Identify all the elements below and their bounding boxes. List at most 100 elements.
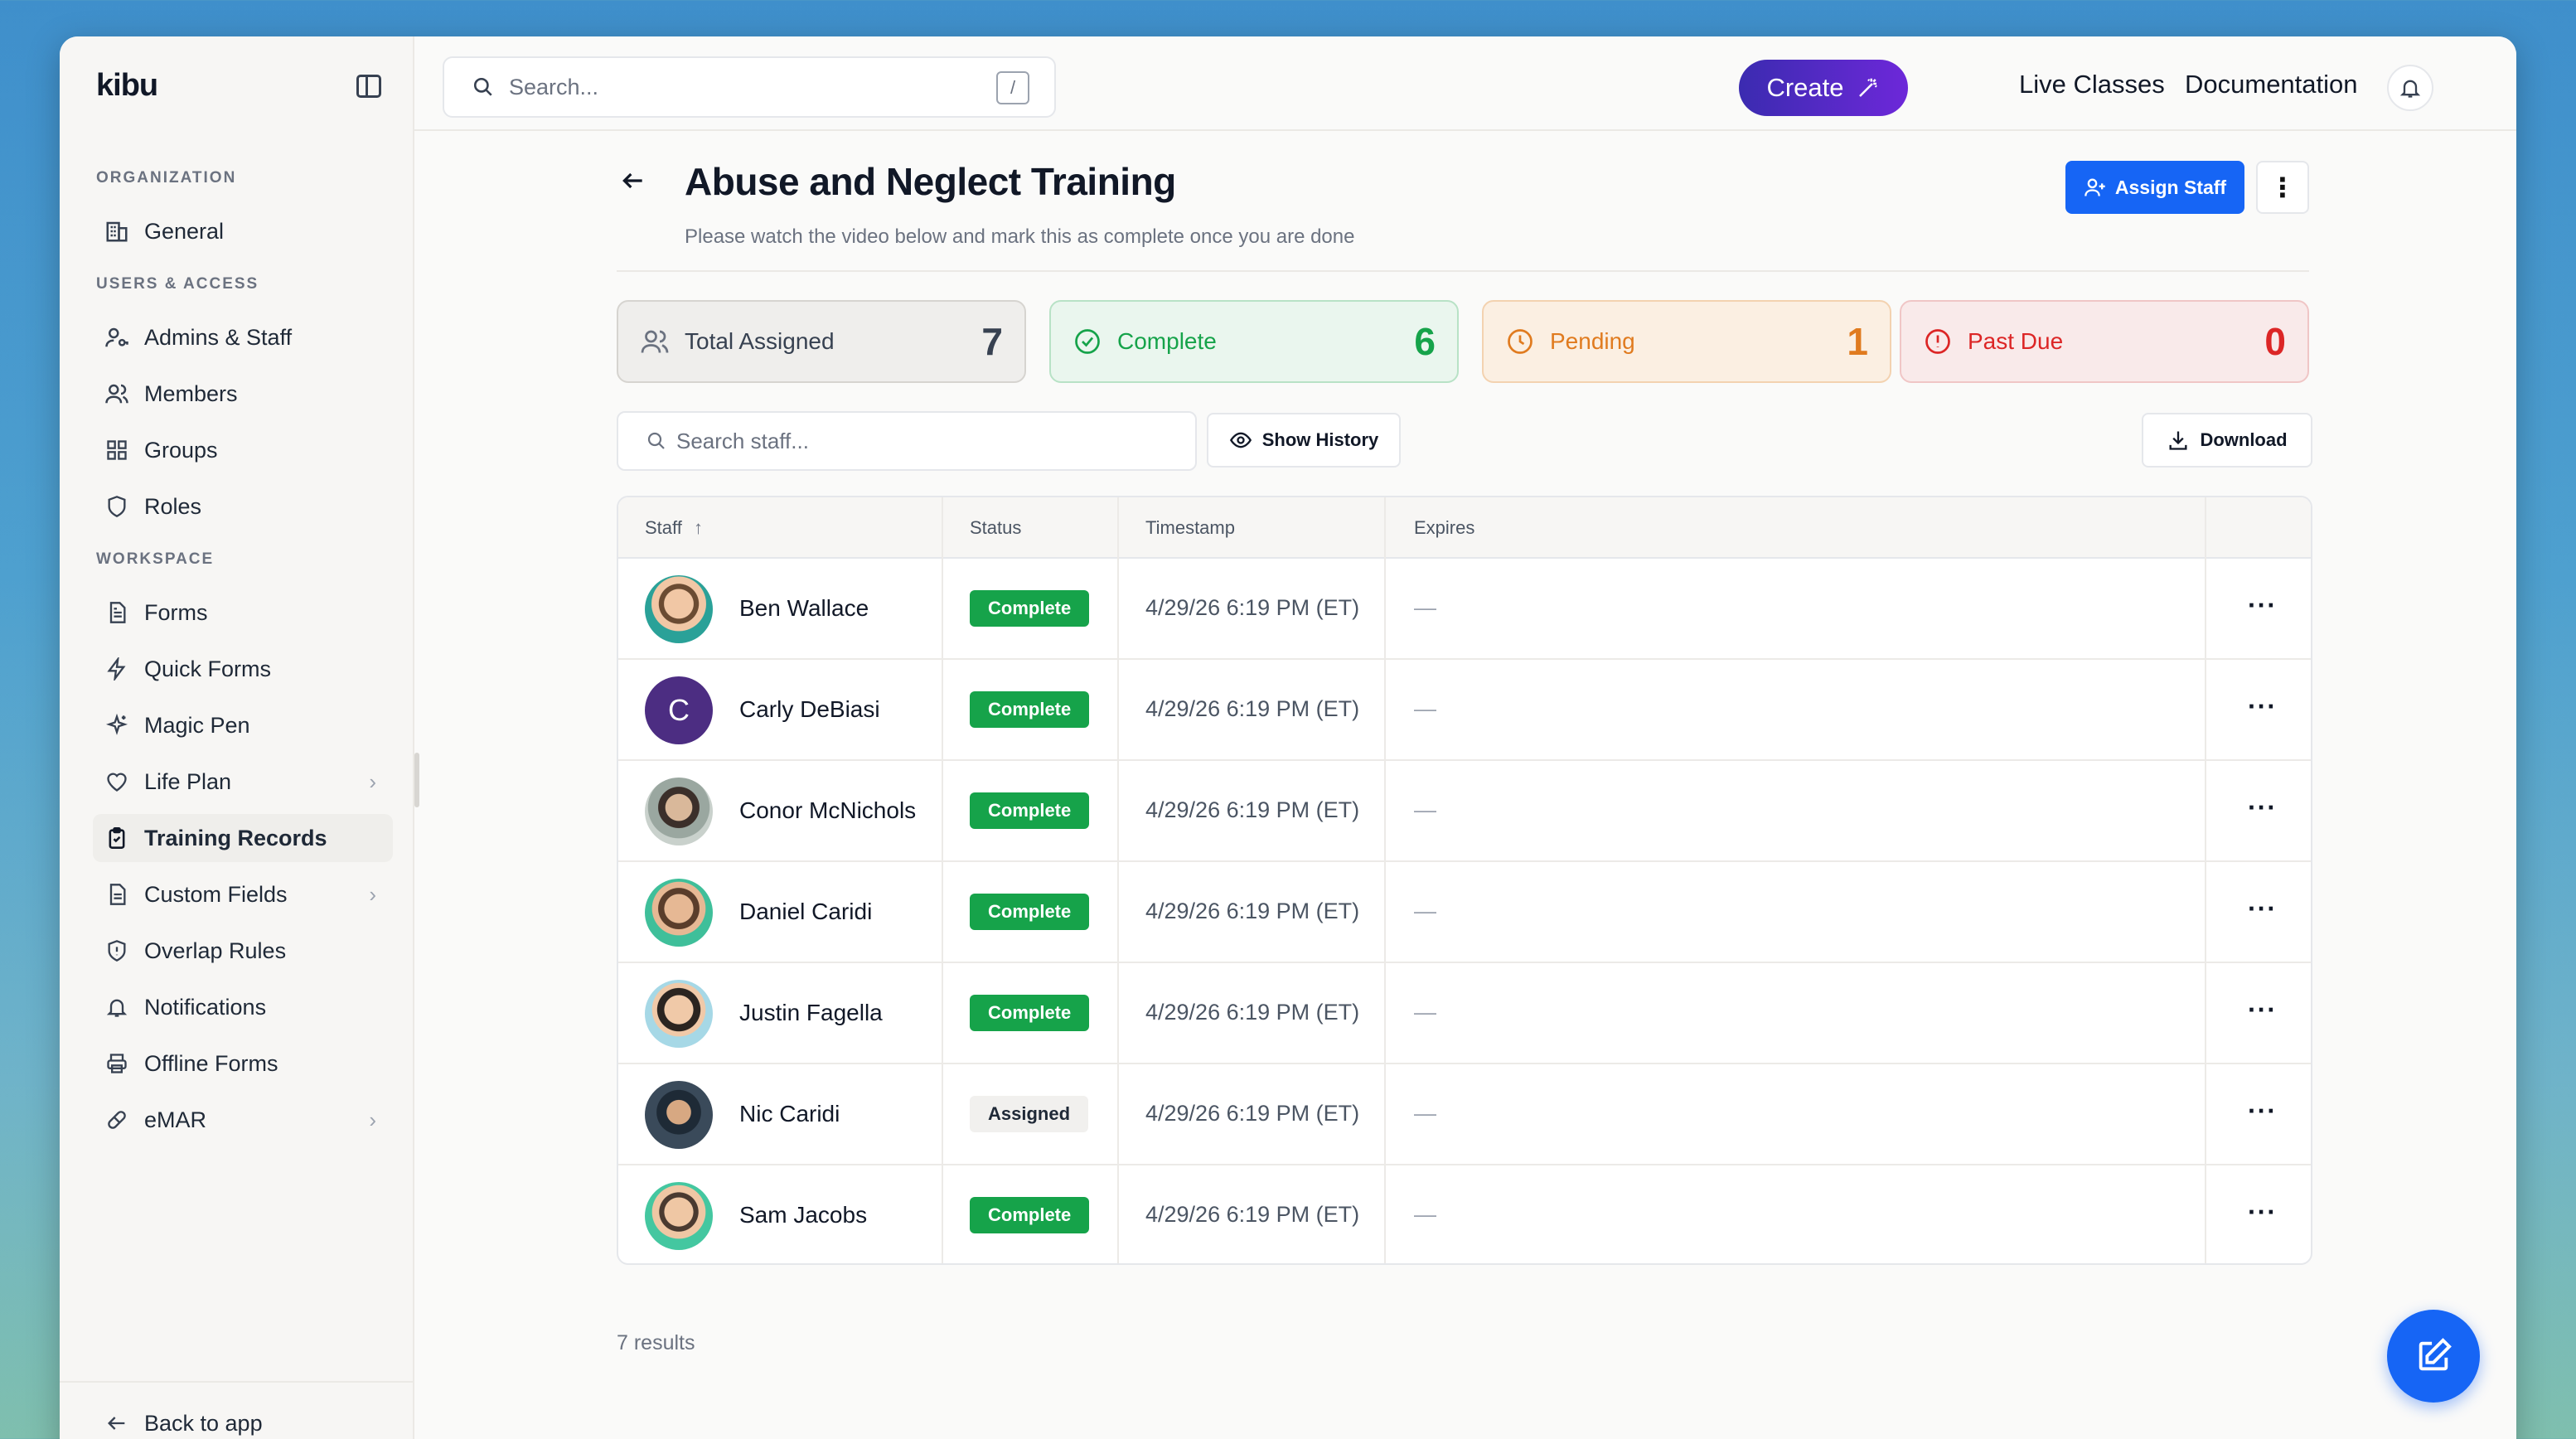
- check-circle-icon: [1073, 327, 1102, 356]
- sidebar-item-quick-forms[interactable]: Quick Forms: [93, 645, 393, 693]
- sidebar-item-admins-staff[interactable]: Admins & Staff: [93, 313, 393, 361]
- sidebar-item-life-plan[interactable]: Life Plan ›: [93, 758, 393, 806]
- table-row[interactable]: Nic Caridi Assigned 4/29/26 6:19 PM (ET)…: [618, 1064, 2311, 1165]
- sidebar-item-forms[interactable]: Forms: [93, 589, 393, 637]
- status-badge: Complete: [970, 1197, 1090, 1233]
- sidebar-toggle-icon[interactable]: [356, 75, 381, 98]
- table-row[interactable]: Justin Fagella Complete 4/29/26 6:19 PM …: [618, 963, 2311, 1064]
- create-label: Create: [1766, 73, 1844, 102]
- stat-value: 0: [2264, 320, 2286, 363]
- chevron-right-icon: ›: [369, 881, 376, 907]
- stat-card-total-assigned[interactable]: Total Assigned 7: [617, 300, 1026, 383]
- alert-circle-icon: [1923, 327, 1953, 356]
- sidebar-item-magic-pen[interactable]: Magic Pen: [93, 701, 393, 749]
- column-header-expires[interactable]: Expires: [1414, 517, 1474, 539]
- back-to-app-link[interactable]: Back to app: [93, 1399, 393, 1439]
- avatar: [645, 1182, 713, 1250]
- create-button[interactable]: Create: [1739, 60, 1908, 116]
- sidebar-item-general[interactable]: General: [93, 207, 393, 255]
- sidebar-item-training-records[interactable]: Training Records: [93, 814, 393, 862]
- stat-card-complete[interactable]: Complete 6: [1049, 300, 1459, 383]
- column-header-status[interactable]: Status: [970, 517, 1021, 539]
- building-icon: [103, 217, 131, 245]
- row-actions-icon[interactable]: ···: [2248, 590, 2277, 621]
- table-row[interactable]: C Carly DeBiasi Complete 4/29/26 6:19 PM…: [618, 660, 2311, 761]
- table-row[interactable]: Conor McNichols Complete 4/29/26 6:19 PM…: [618, 761, 2311, 862]
- timestamp: 4/29/26 6:19 PM (ET): [1145, 696, 1360, 721]
- app-logo[interactable]: kibu: [96, 68, 158, 104]
- expires: —: [1414, 595, 1436, 620]
- download-button[interactable]: Download: [2142, 413, 2312, 468]
- stat-card-past-due[interactable]: Past Due 0: [1900, 300, 2309, 383]
- table-row[interactable]: Sam Jacobs Complete 4/29/26 6:19 PM (ET)…: [618, 1165, 2311, 1263]
- document-icon: [103, 598, 131, 627]
- sidebar-item-offline-forms[interactable]: Offline Forms: [93, 1039, 393, 1088]
- sidebar-item-groups[interactable]: Groups: [93, 426, 393, 474]
- assign-staff-button[interactable]: Assign Staff: [2065, 161, 2244, 214]
- grid-icon: [103, 436, 131, 464]
- compose-edit-button[interactable]: [2387, 1310, 2480, 1403]
- show-history-label: Show History: [1261, 429, 1379, 450]
- status-badge: Assigned: [970, 1096, 1089, 1132]
- timestamp: 4/29/26 6:19 PM (ET): [1145, 1101, 1360, 1126]
- row-actions-icon[interactable]: ···: [2248, 691, 2277, 722]
- staff-name: Sam Jacobs: [739, 1202, 868, 1228]
- stat-value: 1: [1847, 320, 1868, 363]
- sidebar-item-roles[interactable]: Roles: [93, 482, 393, 531]
- row-actions-icon[interactable]: ···: [2248, 995, 2277, 1025]
- live-classes-link[interactable]: Live Classes: [2019, 70, 2165, 99]
- arrow-left-icon: [103, 1409, 131, 1437]
- table-row[interactable]: Ben Wallace Complete 4/29/26 6:19 PM (ET…: [618, 559, 2311, 660]
- search-icon: [646, 431, 666, 451]
- notifications-bell-icon[interactable]: [2387, 65, 2433, 111]
- search-icon: [472, 76, 494, 98]
- app-window: kibu ORGANIZATION General USERS & ACCESS…: [60, 36, 2516, 1439]
- sidebar-item-overlap-rules[interactable]: Overlap Rules: [93, 927, 393, 975]
- sidebar-scrollbar[interactable]: [414, 753, 419, 807]
- global-search-input[interactable]: Search... /: [443, 56, 1056, 118]
- stat-card-pending[interactable]: Pending 1: [1482, 300, 1891, 383]
- row-actions-icon[interactable]: ···: [2248, 1197, 2277, 1228]
- stat-value: 7: [981, 320, 1003, 363]
- staff-name: Justin Fagella: [739, 1000, 883, 1025]
- user-key-icon: [103, 323, 131, 351]
- documentation-link[interactable]: Documentation: [2185, 70, 2358, 99]
- show-history-button[interactable]: Show History: [1207, 413, 1401, 468]
- sidebar-item-label: Notifications: [144, 994, 267, 1020]
- status-badge: Complete: [970, 792, 1090, 829]
- table-row[interactable]: Daniel Caridi Complete 4/29/26 6:19 PM (…: [618, 862, 2311, 963]
- row-actions-icon[interactable]: ···: [2248, 1096, 2277, 1126]
- sidebar-item-custom-fields[interactable]: Custom Fields ›: [93, 870, 393, 918]
- sidebar-item-label: Quick Forms: [144, 656, 272, 681]
- sidebar-item-notifications[interactable]: Notifications: [93, 983, 393, 1031]
- status-badge: Complete: [970, 995, 1090, 1031]
- assign-staff-label: Assign Staff: [2114, 176, 2227, 198]
- sidebar-item-members[interactable]: Members: [93, 370, 393, 418]
- sidebar-item-emar[interactable]: eMAR ›: [93, 1096, 393, 1144]
- search-staff-placeholder: Search staff...: [676, 428, 809, 453]
- avatar: C: [645, 676, 713, 744]
- sidebar-item-label: Groups: [144, 437, 218, 463]
- sidebar-item-label: Offline Forms: [144, 1050, 278, 1076]
- sidebar-item-label: General: [144, 218, 225, 244]
- row-actions-icon[interactable]: ···: [2248, 894, 2277, 924]
- status-badge: Complete: [970, 894, 1090, 930]
- more-options-icon[interactable]: ⋮: [2256, 161, 2309, 214]
- results-count: 7 results: [617, 1331, 695, 1354]
- pill-icon: [103, 1106, 131, 1134]
- search-placeholder: Search...: [509, 74, 599, 99]
- expires: —: [1414, 1101, 1436, 1126]
- row-actions-icon[interactable]: ···: [2248, 792, 2277, 823]
- page-title: Abuse and Neglect Training: [685, 160, 1176, 203]
- stat-label: Past Due: [1968, 328, 2064, 354]
- column-header-timestamp[interactable]: Timestamp: [1145, 517, 1235, 539]
- status-badge: Complete: [970, 691, 1090, 728]
- magic-wand-icon: [1856, 75, 1881, 100]
- sparkles-icon: [103, 711, 131, 739]
- back-arrow-icon[interactable]: [620, 167, 646, 194]
- avatar: [645, 575, 713, 643]
- printer-icon: [103, 1049, 131, 1078]
- staff-name: Ben Wallace: [739, 595, 869, 621]
- search-staff-input[interactable]: Search staff...: [617, 411, 1197, 471]
- column-header-staff[interactable]: Staff ↑: [645, 517, 703, 539]
